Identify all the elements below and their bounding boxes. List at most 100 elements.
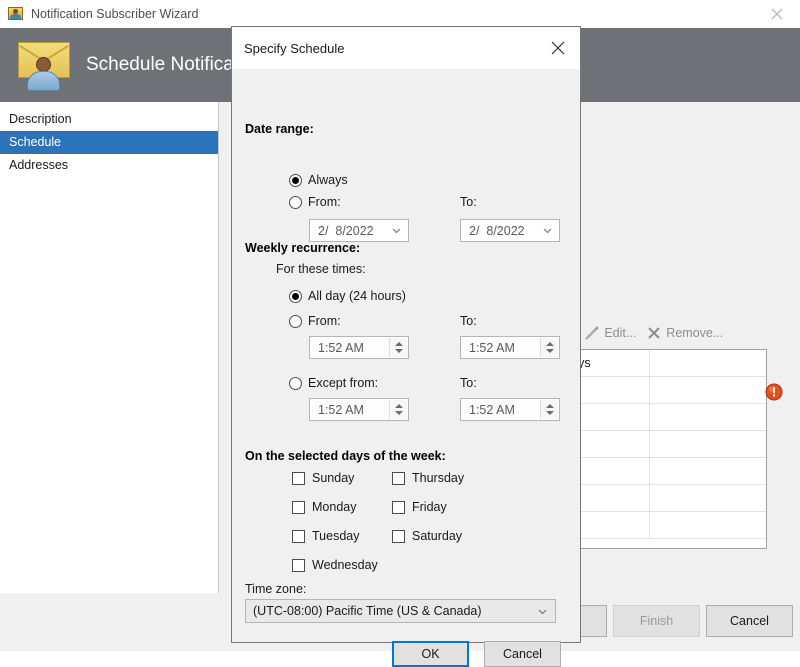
radio-indicator <box>289 289 302 303</box>
radio-indicator <box>289 195 302 209</box>
window-title: Notification Subscriber Wizard <box>31 7 199 21</box>
except-time-from-value: 1:52 AM <box>318 402 364 417</box>
chevron-down-icon <box>392 228 401 234</box>
table-row[interactable] <box>553 404 766 431</box>
close-icon <box>551 41 565 55</box>
except-time-to-input[interactable]: 1:52 AM <box>460 398 560 421</box>
spinner-up-icon[interactable] <box>545 404 554 408</box>
wizard-sidebar: Description Schedule Addresses <box>0 102 219 593</box>
date-range-always-radio[interactable]: Always <box>289 173 348 187</box>
wizard-cancel-button[interactable]: Cancel <box>706 605 793 637</box>
recurrence-to-label: To: <box>460 314 477 328</box>
checkbox-indicator <box>292 558 305 572</box>
dialog-title: Specify Schedule <box>244 40 345 56</box>
except-from-spinner[interactable] <box>389 400 407 419</box>
chevron-down-icon <box>538 609 547 615</box>
for-these-times-label: For these times: <box>276 262 366 276</box>
time-zone-select[interactable]: (UTC-08:00) Pacific Time (US & Canada) <box>245 599 556 623</box>
ok-button[interactable]: OK <box>392 641 469 667</box>
except-time-to-value: 1:52 AM <box>469 402 515 417</box>
spinner-up-icon[interactable] <box>545 342 554 346</box>
table-row[interactable] <box>553 377 766 404</box>
radio-indicator <box>289 376 302 390</box>
checkbox-friday-label: Friday <box>412 500 447 514</box>
sidebar-item-description[interactable]: Description <box>0 108 218 131</box>
x-icon <box>648 327 661 339</box>
checkbox-saturday-label: Saturday <box>412 529 463 543</box>
checkbox-monday[interactable]: Monday <box>292 500 356 514</box>
except-to-label: To: <box>460 376 477 390</box>
notification-subscriber-icon <box>8 6 24 22</box>
checkbox-indicator <box>292 529 305 543</box>
edit-schedule-button[interactable]: Edit... <box>584 325 636 341</box>
checkbox-indicator <box>392 529 405 543</box>
edit-button-label: Edit... <box>604 326 637 340</box>
time-to-input[interactable]: 1:52 AM <box>460 336 560 359</box>
remove-button-label: Remove... <box>666 326 724 340</box>
spinner-down-icon[interactable] <box>545 349 554 353</box>
close-icon <box>771 8 783 20</box>
recurrence-from-radio[interactable]: From: <box>289 314 341 328</box>
checkbox-indicator <box>392 500 405 514</box>
sidebar-item-addresses[interactable]: Addresses <box>0 154 218 177</box>
all-day-radio[interactable]: All day (24 hours) <box>289 289 406 303</box>
schedule-grid[interactable]: kdays <box>552 349 767 549</box>
date-to-input[interactable]: 2/ 8/2022 <box>460 219 560 242</box>
checkbox-tuesday-label: Tuesday <box>312 529 360 543</box>
except-time-from-input[interactable]: 1:52 AM <box>309 398 409 421</box>
checkbox-sunday[interactable]: Sunday <box>292 471 354 485</box>
window-close-button[interactable] <box>754 0 800 28</box>
date-range-from-label: From: <box>308 195 341 209</box>
time-from-input[interactable]: 1:52 AM <box>309 336 409 359</box>
except-to-spinner[interactable] <box>540 400 558 419</box>
radio-indicator <box>289 173 302 187</box>
finish-button: Finish <box>613 605 700 637</box>
pencil-icon <box>585 326 599 341</box>
time-zone-value: (UTC-08:00) Pacific Time (US & Canada) <box>253 604 482 618</box>
date-range-heading: Date range: <box>245 122 314 136</box>
dialog-body: Date range: Always From: To: 2/ 8/2022 2… <box>232 69 580 667</box>
checkbox-sunday-label: Sunday <box>312 471 355 485</box>
checkbox-indicator <box>292 500 305 514</box>
spinner-up-icon[interactable] <box>394 404 403 408</box>
checkbox-wednesday-label: Wednesday <box>312 558 378 572</box>
table-row[interactable] <box>553 512 766 539</box>
except-from-label: Except from: <box>308 376 379 390</box>
time-zone-label: Time zone: <box>245 582 307 596</box>
time-from-spinner[interactable] <box>389 338 407 357</box>
spinner-down-icon[interactable] <box>545 411 554 415</box>
checkbox-thursday[interactable]: Thursday <box>392 471 464 485</box>
dialog-close-button[interactable] <box>536 27 580 69</box>
checkbox-wednesday[interactable]: Wednesday <box>292 558 378 572</box>
date-range-from-radio[interactable]: From: <box>289 195 341 209</box>
time-to-spinner[interactable] <box>540 338 558 357</box>
table-row[interactable] <box>553 485 766 512</box>
weekly-recurrence-heading: Weekly recurrence: <box>245 241 361 255</box>
sidebar-item-schedule[interactable]: Schedule <box>0 131 218 154</box>
envelope-person-icon <box>12 38 74 92</box>
checkbox-saturday[interactable]: Saturday <box>392 529 462 543</box>
checkbox-indicator <box>292 471 305 485</box>
banner-title: Schedule Notificati <box>86 54 244 75</box>
date-from-value: 2/ 8/2022 <box>318 223 374 238</box>
table-row[interactable]: kdays <box>553 350 766 377</box>
spinner-up-icon[interactable] <box>394 342 403 346</box>
checkbox-indicator <box>392 471 405 485</box>
dialog-cancel-button[interactable]: Cancel <box>484 641 561 667</box>
date-from-input[interactable]: 2/ 8/2022 <box>309 219 409 242</box>
except-from-radio[interactable]: Except from: <box>289 376 378 390</box>
table-row[interactable] <box>553 431 766 458</box>
spinner-down-icon[interactable] <box>394 349 403 353</box>
remove-schedule-button[interactable]: Remove... <box>646 325 723 341</box>
recurrence-from-label: From: <box>308 314 341 328</box>
date-range-always-label: Always <box>308 173 348 187</box>
table-cell: kdays <box>553 350 766 377</box>
time-to-value: 1:52 AM <box>469 340 515 355</box>
dialog-title-bar: Specify Schedule <box>232 27 580 69</box>
table-row[interactable] <box>553 458 766 485</box>
checkbox-thursday-label: Thursday <box>412 471 465 485</box>
checkbox-tuesday[interactable]: Tuesday <box>292 529 359 543</box>
checkbox-friday[interactable]: Friday <box>392 500 447 514</box>
spinner-down-icon[interactable] <box>394 411 403 415</box>
date-range-to-label: To: <box>460 195 477 209</box>
